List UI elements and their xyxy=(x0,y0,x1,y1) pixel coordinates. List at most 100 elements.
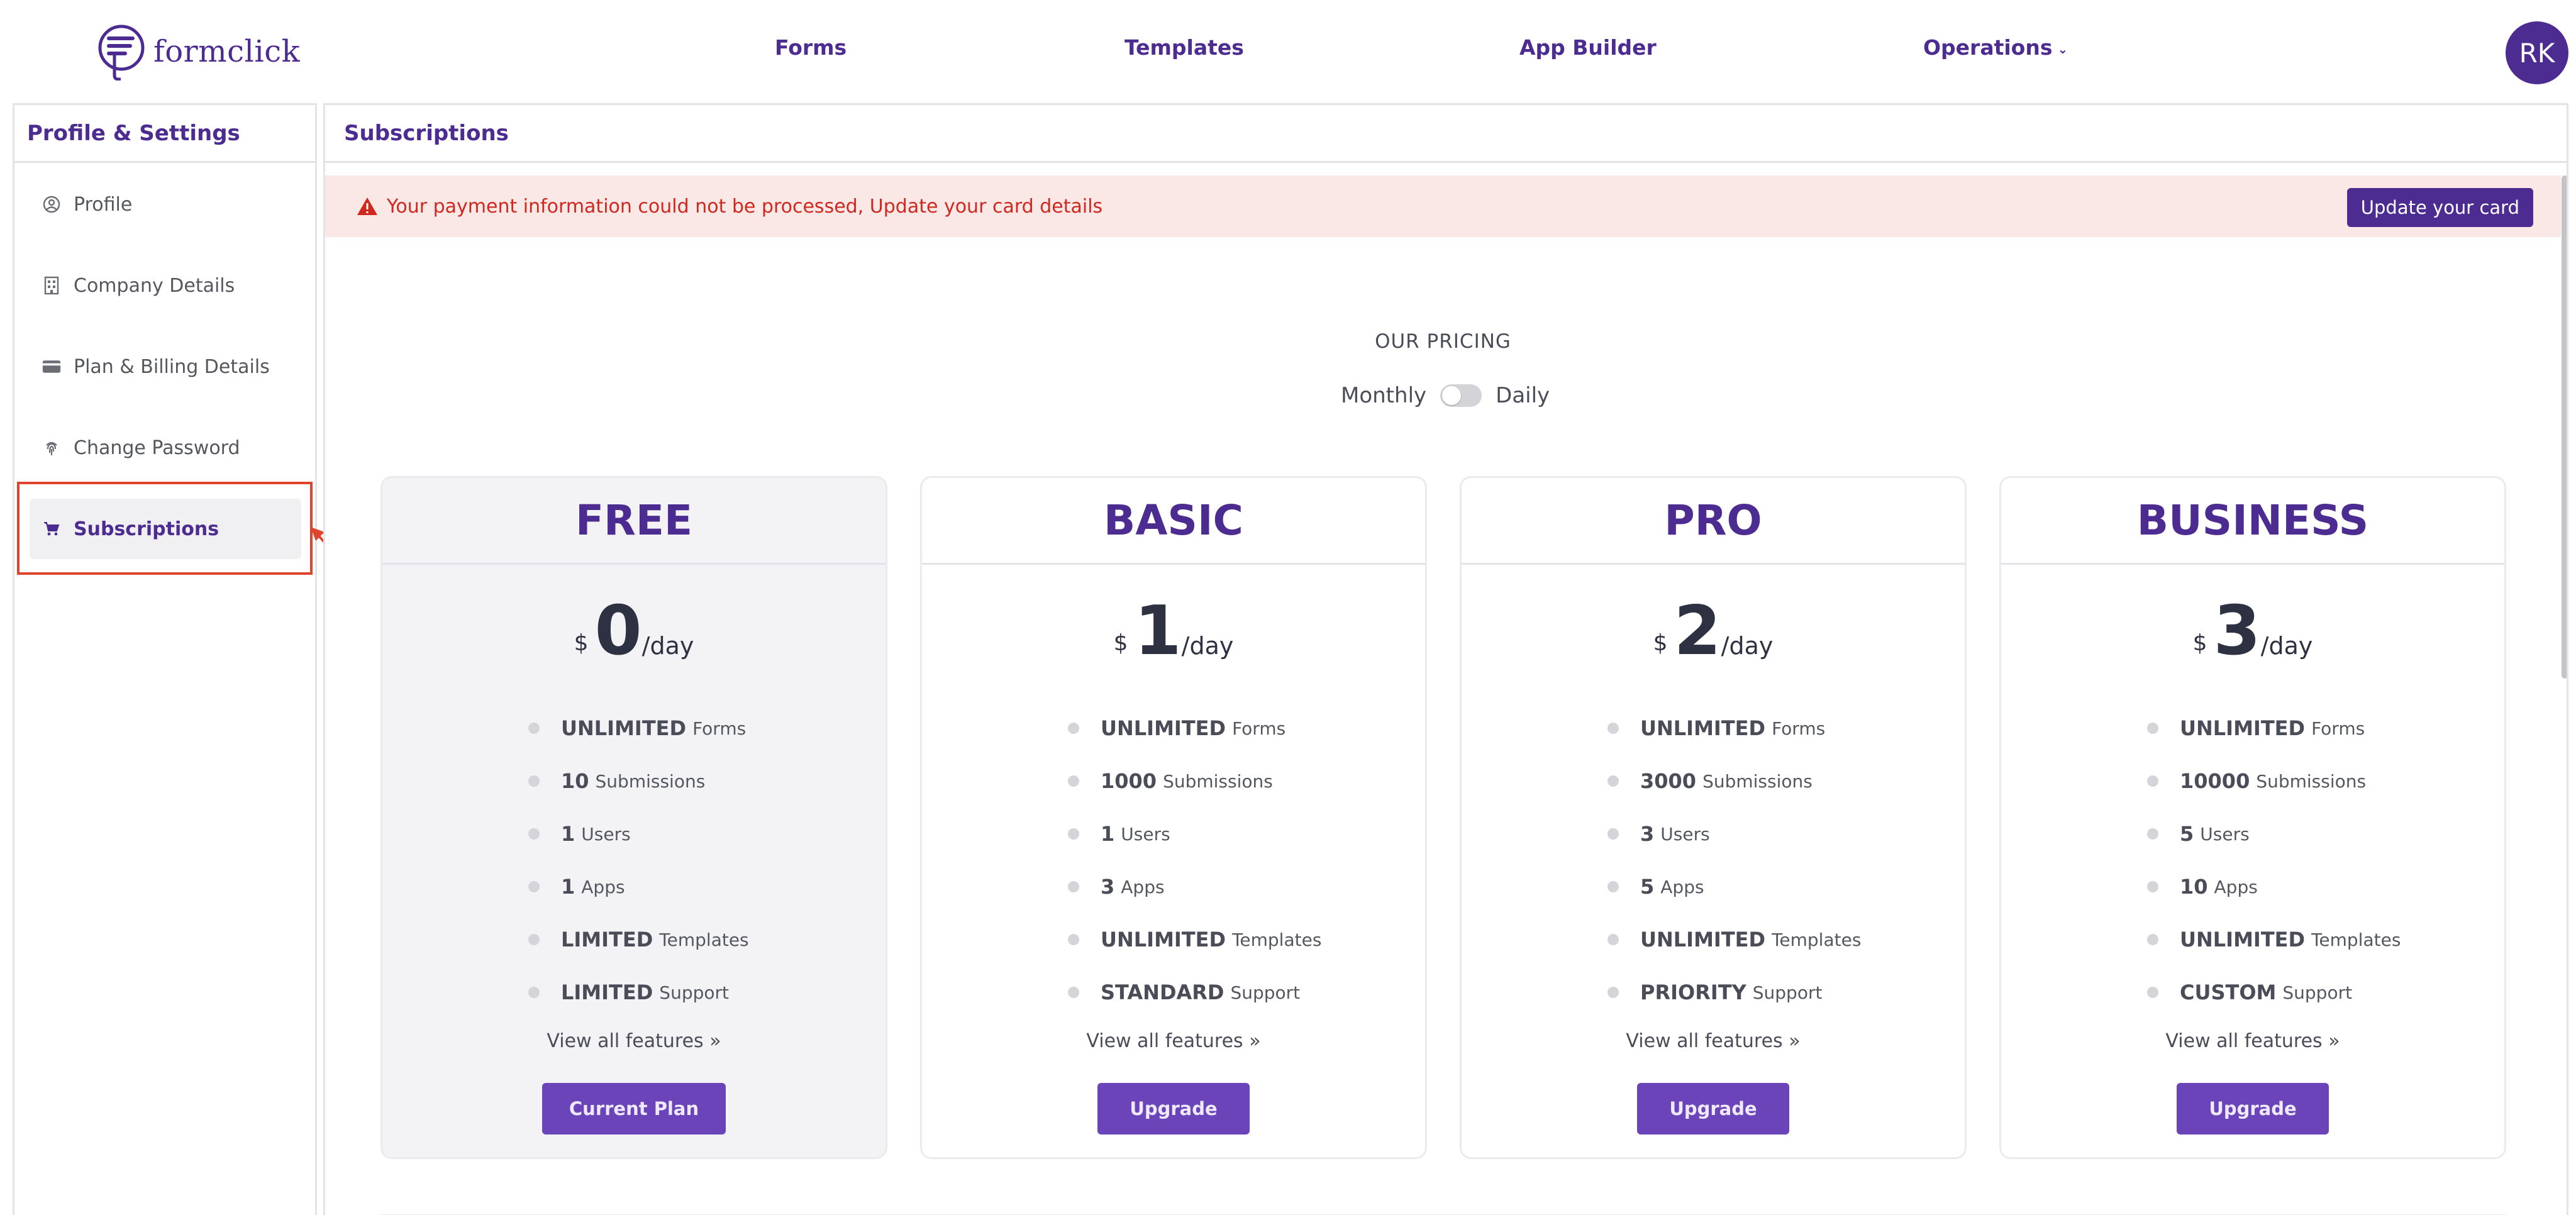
bullet-icon xyxy=(1607,934,1619,945)
sidebar-item-profile[interactable]: Profile xyxy=(30,174,301,235)
bullet-icon xyxy=(2147,775,2158,787)
bullet-icon xyxy=(1068,775,1079,787)
page-title: Subscriptions xyxy=(325,105,2567,163)
feature-item: UNLIMITED Forms xyxy=(1068,702,1321,755)
feature-quantity: UNLIMITED xyxy=(1101,928,1226,951)
feature-quantity: PRIORITY xyxy=(1640,980,1746,1004)
feature-label: Submissions xyxy=(1163,770,1273,792)
feature-list: UNLIMITED Forms 10000 Submissions 5 Users 10 Ap… xyxy=(2147,702,2401,1019)
bullet-icon xyxy=(528,881,540,892)
plan-name: PRO xyxy=(1462,478,1965,565)
feature-label: Submissions xyxy=(2256,770,2367,792)
upgrade-button[interactable]: Upgrade xyxy=(2177,1083,2329,1135)
bullet-icon xyxy=(1607,987,1619,998)
bullet-icon xyxy=(528,934,540,945)
feature-label: Templates xyxy=(1232,929,1322,950)
current-plan-button[interactable]: Current Plan xyxy=(542,1083,726,1135)
bullet-icon xyxy=(2147,987,2158,998)
feature-label: Forms xyxy=(692,718,747,739)
sidebar-item-label: Change Password xyxy=(74,436,240,459)
price-amount: 2 xyxy=(1674,592,1721,670)
feature-item: UNLIMITED Forms xyxy=(2147,702,2401,755)
warning-icon xyxy=(357,197,377,215)
feature-quantity: 1000 xyxy=(1101,769,1157,793)
feature-item: UNLIMITED Templates xyxy=(2147,913,2401,966)
feature-label: Apps xyxy=(1121,876,1165,897)
feature-item: 3 Apps xyxy=(1068,860,1321,913)
feature-label: Users xyxy=(2200,823,2250,845)
billing-period-toggle[interactable] xyxy=(1440,384,1482,407)
toggle-label-daily: Daily xyxy=(1496,383,1550,408)
credit-card-icon xyxy=(42,357,61,376)
view-all-features-link[interactable]: View all features » xyxy=(1462,1030,1965,1052)
feature-item: STANDARD Support xyxy=(1068,966,1321,1019)
feature-label: Apps xyxy=(1660,876,1704,897)
nav-templates[interactable]: Templates xyxy=(1124,35,1244,60)
view-all-features-link[interactable]: View all features » xyxy=(922,1030,1425,1052)
fingerprint-icon xyxy=(42,438,61,457)
sidebar-item-company-details[interactable]: Company Details xyxy=(30,255,301,316)
currency-symbol: $ xyxy=(1653,630,1668,656)
bullet-icon xyxy=(1068,828,1079,840)
sidebar-item-plan-billing[interactable]: Plan & Billing Details xyxy=(30,336,301,397)
feature-list: UNLIMITED Forms 3000 Submissions 3 Users 5 Apps… xyxy=(1607,702,1861,1019)
bullet-icon xyxy=(528,723,540,734)
nav-operations-dropdown[interactable]: Operations ⌄ xyxy=(1923,35,2068,60)
feature-item: 1 Apps xyxy=(528,860,749,913)
update-card-button[interactable]: Update your card xyxy=(2346,188,2533,227)
plan-name: FREE xyxy=(382,478,886,565)
pricing-cards: FREE $0/day UNLIMITED Forms 10 Submissions 1 Us… xyxy=(380,476,2506,1159)
feature-quantity: UNLIMITED xyxy=(561,716,687,740)
feature-quantity: UNLIMITED xyxy=(2180,928,2306,951)
sidebar-item-label: Profile xyxy=(74,193,133,216)
feature-quantity: 5 xyxy=(1640,875,1655,899)
feature-item: 1 Users xyxy=(528,807,749,860)
subscriptions-panel: Subscriptions Your payment information c… xyxy=(323,103,2568,1215)
feature-label: Support xyxy=(1230,982,1301,1003)
feature-label: Forms xyxy=(2311,718,2365,739)
feature-quantity: UNLIMITED xyxy=(2180,716,2306,740)
plan-price: $3/day xyxy=(2001,597,2504,665)
annotation-highlight-box xyxy=(17,482,313,575)
nav-forms[interactable]: Forms xyxy=(775,35,847,60)
alert-message: Your payment information could not be pr… xyxy=(387,195,1103,218)
bullet-icon xyxy=(528,775,540,787)
feature-quantity: 10 xyxy=(561,769,589,793)
plan-price: $1/day xyxy=(922,597,1425,665)
scrollbar[interactable] xyxy=(2562,175,2567,679)
price-period: /day xyxy=(1721,632,1774,660)
feature-quantity: 3000 xyxy=(1640,769,1697,793)
feature-quantity: STANDARD xyxy=(1101,980,1224,1004)
feature-item: 5 Users xyxy=(2147,807,2401,860)
upgrade-button[interactable]: Upgrade xyxy=(1097,1083,1250,1135)
feature-quantity: LIMITED xyxy=(561,980,653,1004)
plan-card-free: FREE $0/day UNLIMITED Forms 10 Submissions 1 Us… xyxy=(380,476,887,1159)
feature-quantity: 3 xyxy=(1640,822,1655,846)
feature-quantity: LIMITED xyxy=(561,928,653,951)
feature-item: 1 Users xyxy=(1068,807,1321,860)
feature-item: PRIORITY Support xyxy=(1607,966,1861,1019)
price-amount: 0 xyxy=(594,592,642,670)
user-avatar[interactable]: RK xyxy=(2506,21,2568,84)
sidebar-item-change-password[interactable]: Change Password xyxy=(30,418,301,478)
feature-quantity: 1 xyxy=(1101,822,1115,846)
currency-symbol: $ xyxy=(2192,630,2207,656)
brand-logo[interactable]: formclick xyxy=(96,23,300,80)
pricing-heading: OUR PRICING xyxy=(1375,330,1511,353)
top-navbar: formclick Forms Templates App Builder Op… xyxy=(0,0,2576,103)
building-icon xyxy=(42,276,61,295)
bullet-icon xyxy=(528,828,540,840)
feature-label: Templates xyxy=(659,929,749,950)
feature-item: UNLIMITED Forms xyxy=(1607,702,1861,755)
upgrade-button[interactable]: Upgrade xyxy=(1637,1083,1789,1135)
view-all-features-link[interactable]: View all features » xyxy=(2001,1030,2504,1052)
feature-label: Apps xyxy=(2214,876,2258,897)
plan-card-business: BUSINESS $3/day UNLIMITED Forms 10000 Submiss… xyxy=(1999,476,2506,1159)
plan-name: BASIC xyxy=(922,478,1425,565)
nav-app-builder[interactable]: App Builder xyxy=(1519,35,1657,60)
feature-item: 10000 Submissions xyxy=(2147,755,2401,807)
feature-label: Support xyxy=(659,982,729,1003)
view-all-features-link[interactable]: View all features » xyxy=(382,1030,886,1052)
bullet-icon xyxy=(1068,723,1079,734)
toggle-label-monthly: Monthly xyxy=(1341,383,1427,408)
